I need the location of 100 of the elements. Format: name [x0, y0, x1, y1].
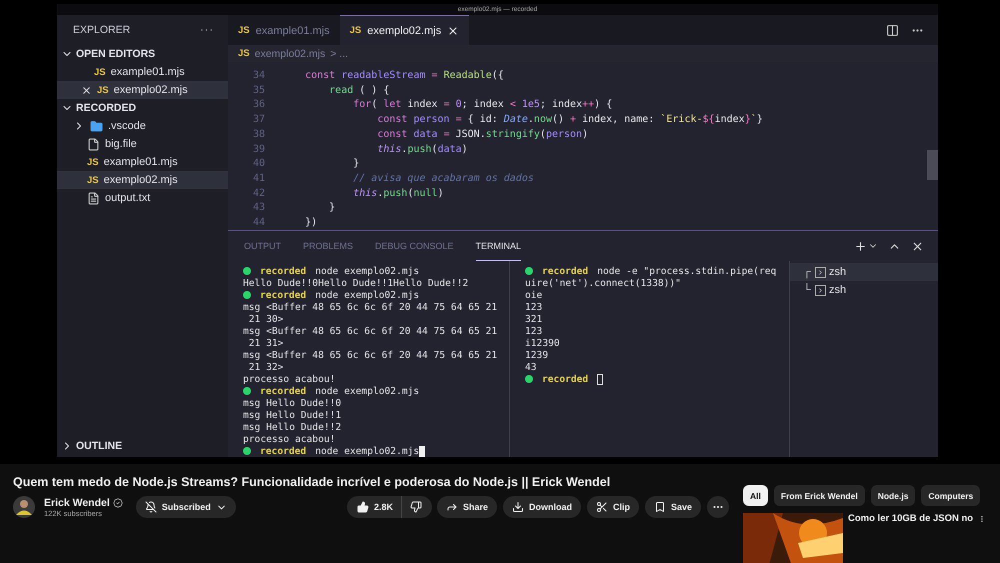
terminal-icon [815, 284, 826, 296]
js-file-icon: JS [87, 174, 99, 186]
prompt-user: recorded [542, 374, 588, 384]
terminal-output: msg <Buffer 48 65 6c 6c 6f 20 44 75 64 65 21 [243, 350, 498, 360]
file-item[interactable]: JS exemplo02.mjs [57, 81, 228, 99]
subscribed-button[interactable]: Subscribed [136, 496, 236, 518]
save-icon [654, 501, 666, 513]
terminal-output: msg Hello Dude!!1 [243, 410, 342, 420]
terminal-output: 21 31> [248, 338, 284, 348]
download-icon [512, 501, 524, 513]
clip-button[interactable]: Clip [586, 496, 639, 518]
code-line: for( let index = 0; index < 1e5; index++) { [352, 99, 612, 110]
terminal-output: 1239 [525, 350, 548, 360]
tree-connector: └ [803, 284, 812, 296]
terminal-command: node exemplo02.mjs [315, 386, 420, 396]
prompt-dot-icon [243, 291, 251, 299]
code-line: const readableStream = Readable({ [304, 70, 504, 81]
terminal-output: uire('net').connect(1338))" [525, 278, 681, 288]
js-file-icon: JS [94, 66, 106, 78]
breadcrumb-item[interactable]: exemplo02.mjs [254, 48, 326, 60]
folder-icon [90, 120, 103, 132]
terminal-output: oie [525, 290, 542, 300]
filter-chip[interactable]: Computers [921, 485, 980, 506]
line-number: 43 [252, 202, 265, 214]
tree-connector: ┌ [803, 266, 812, 278]
prompt-dot-icon [525, 375, 533, 383]
file-item[interactable]: output.txt [57, 189, 228, 207]
breadcrumb-item[interactable]: > ... [330, 48, 348, 60]
channel-avatar[interactable] [13, 496, 35, 518]
scrollbar-thumb[interactable] [927, 150, 938, 180]
close-icon[interactable] [911, 240, 924, 252]
terminal-command: node -e "process.stdin.pipe(req [597, 266, 776, 276]
filter-chip[interactable]: Node.js [870, 485, 916, 506]
js-file-icon: JS [350, 25, 362, 36]
more-button[interactable] [707, 496, 729, 518]
section-header[interactable]: RECORDED [57, 99, 228, 117]
file-item[interactable]: JS exemplo02.mjs [57, 171, 228, 189]
filter-chip[interactable]: From Erick Wendel [774, 485, 865, 506]
file-item[interactable]: JS example01.mjs [57, 63, 228, 81]
recommended-video-title[interactable]: Como ler 10GB de JSON no [848, 513, 974, 563]
line-number: 38 [252, 128, 265, 140]
prompt-dot-icon [243, 387, 251, 395]
editor-tab[interactable]: JS example01.mjs [228, 15, 340, 45]
close-icon[interactable] [447, 24, 460, 36]
terminal-command: node exemplo02.mjs [315, 266, 420, 276]
file-item[interactable]: JS example01.mjs [57, 153, 228, 171]
file-item[interactable]: big.file [57, 135, 228, 153]
code-line: read ( ) { [328, 84, 390, 96]
terminal-list-item[interactable]: ┌ zsh [790, 263, 938, 281]
prompt-user: recorded [542, 266, 588, 276]
panel-tab[interactable]: TERMINAL [476, 231, 522, 261]
line-number: 42 [252, 188, 265, 199]
code-line: this.push(data) [376, 144, 468, 155]
more-icon[interactable]: ··· [200, 24, 214, 36]
terminal-output: msg <Buffer 48 65 6c 6c 6f 20 44 75 64 65 21 [243, 326, 498, 336]
prompt-user: recorded [260, 386, 306, 396]
line-number: 39 [252, 144, 265, 155]
code-line: const data = JSON.stringify(person) [376, 128, 588, 140]
video-title: Quem tem medo de Node.js Streams? Funcionalidade incrível e poderosa do Node.js || Erick Wendel [13, 475, 612, 489]
code-line: this.push(null) [352, 188, 444, 199]
save-button[interactable]: Save [644, 496, 701, 518]
share-button[interactable]: Share [436, 496, 497, 518]
thumbs-up-icon [356, 501, 369, 513]
bell-off-icon [144, 501, 157, 513]
js-file-icon: JS [87, 156, 99, 168]
line-number: 36 [252, 99, 265, 110]
close-icon[interactable] [81, 84, 92, 96]
terminal-output: processo acabou! [243, 434, 336, 444]
line-number: 41 [252, 173, 265, 184]
line-number: 37 [252, 114, 265, 126]
split-editor-icon[interactable] [886, 24, 899, 36]
terminal[interactable]: recorded node -e "process.stdin.pipe(req uire('net').connect(1338))" oie 123 321 123 i12390 1239 43 recorded [510, 261, 790, 457]
file-item[interactable]: .vscode [57, 117, 228, 135]
add-icon[interactable] [854, 240, 867, 252]
terminal-output: msg Hello Dude!!2 [243, 422, 342, 432]
download-button[interactable]: Download [502, 496, 581, 518]
code-line: const person = { id: Date.now() + index, name: `Erick-${index}`} [376, 114, 763, 126]
terminal-output: 21 32> [248, 362, 284, 372]
terminal-output: msg <Buffer 48 65 6c 6c 6f 20 44 75 64 65 21 [243, 302, 498, 312]
line-number: 44 [252, 217, 265, 228]
editor-tab[interactable]: JS exemplo02.mjs [340, 15, 470, 45]
filter-chip[interactable]: All [743, 485, 768, 506]
prompt-dot-icon [243, 447, 251, 455]
code-line: } [352, 158, 360, 170]
terminal-output: msg Hello Dude!!0 [243, 398, 342, 408]
thumbs-down-icon [410, 501, 422, 513]
code-line: }) [304, 217, 318, 228]
js-file-icon: JS [238, 25, 250, 36]
section-header[interactable]: OPEN EDITORS [57, 45, 228, 63]
channel-name[interactable]: Erick Wendel [44, 496, 110, 508]
prompt-dot-icon [525, 267, 533, 275]
section-header[interactable]: OUTLINE [57, 437, 228, 455]
clip-icon [596, 501, 608, 513]
terminal-output: i12390 [525, 338, 560, 348]
line-number: 35 [252, 84, 265, 96]
line-number: 40 [252, 158, 265, 170]
prompt-user: recorded [260, 266, 306, 276]
terminal-output: 123 [525, 326, 542, 336]
terminal-list-item[interactable]: └ zsh [790, 281, 938, 299]
prompt-user: recorded [260, 446, 306, 456]
